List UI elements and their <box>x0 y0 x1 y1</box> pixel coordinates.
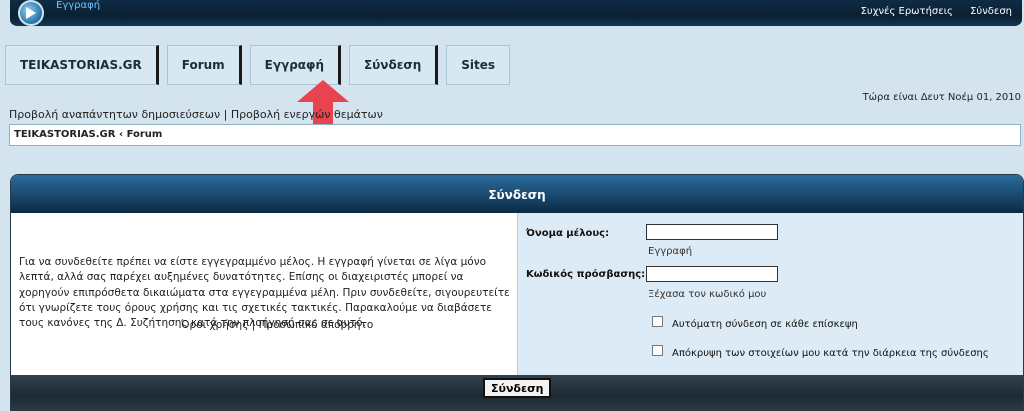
terms-link[interactable]: Όροι χρήσης <box>181 319 248 331</box>
password-input[interactable] <box>646 266 778 282</box>
top-page-title: Εγγραφή <box>56 0 101 11</box>
terms-links: Όροι χρήσης | Προσωπικό απόρρητο <box>181 319 373 331</box>
login-form-section: Όνομα μέλους: Εγγραφή Κωδικός πρόσβασης:… <box>518 213 1023 375</box>
unanswered-posts-link[interactable]: Προβολή αναπάντητων δημοσιεύσεων <box>9 108 220 121</box>
login-submit-button[interactable]: Σύνδεση <box>483 378 551 398</box>
breadcrumb-separator: ‹ <box>118 129 124 140</box>
quick-links: Προβολή αναπάντητων δημοσιεύσεων | Προβο… <box>9 108 383 121</box>
tab-home[interactable]: TEIKASTORIAS.GR <box>5 45 159 85</box>
tab-forum[interactable]: Forum <box>166 45 242 85</box>
login-panel-title: Σύνδεση <box>11 175 1023 213</box>
current-date: Τώρα είναι Δευτ Νοέμ 01, 2010 <box>862 92 1021 103</box>
privacy-link[interactable]: Προσωπικό απόρρητο <box>259 319 374 331</box>
hide-online-checkbox[interactable] <box>652 345 663 356</box>
login-info-section: Για να συνδεθείτε πρέπει να είστε εγγεγρ… <box>11 213 518 375</box>
terms-separator: | <box>251 319 256 331</box>
login-panel-footer: Σύνδεση <box>11 375 1023 410</box>
tab-login[interactable]: Σύνδεση <box>348 45 439 85</box>
autologin-checkbox[interactable] <box>652 316 663 327</box>
username-input[interactable] <box>646 224 778 240</box>
quicklinks-separator: | <box>223 108 228 121</box>
breadcrumb: TEIKASTORIAS.GR ‹ Forum <box>9 124 1021 146</box>
site-logo-icon[interactable] <box>18 0 44 26</box>
active-topics-link[interactable]: Προβολή ενεργών θεμάτων <box>231 108 383 121</box>
tab-sites[interactable]: Sites <box>446 45 511 85</box>
top-bar: Εγγραφή Συχνές Ερωτήσεις Σύνδεση <box>10 0 1022 28</box>
register-link[interactable]: Εγγραφή <box>648 246 692 257</box>
autologin-label: Αυτόματη σύνδεση σε κάθε επίσκεψη <box>672 319 858 330</box>
forgot-password-link[interactable]: Ξέχασα τον κωδικό μου <box>648 289 766 300</box>
top-links: Συχνές Ερωτήσεις Σύνδεση <box>847 6 1012 17</box>
login-panel: Σύνδεση Για να συνδεθείτε πρέπει να είστ… <box>10 174 1024 411</box>
username-label: Όνομα μέλους: <box>526 228 610 239</box>
password-label: Κωδικός πρόσβασης: <box>526 269 646 280</box>
breadcrumb-forum[interactable]: Forum <box>127 129 163 140</box>
login-link[interactable]: Σύνδεση <box>970 6 1012 17</box>
breadcrumb-home[interactable]: TEIKASTORIAS.GR <box>14 129 115 140</box>
faq-link[interactable]: Συχνές Ερωτήσεις <box>861 6 953 17</box>
hide-online-label: Απόκρυψη των στοιχείων μου κατά την διάρ… <box>672 348 989 359</box>
tab-register[interactable]: Εγγραφή <box>249 45 341 85</box>
main-tabs: TEIKASTORIAS.GR Forum Εγγραφή Σύνδεση Si… <box>5 45 511 85</box>
